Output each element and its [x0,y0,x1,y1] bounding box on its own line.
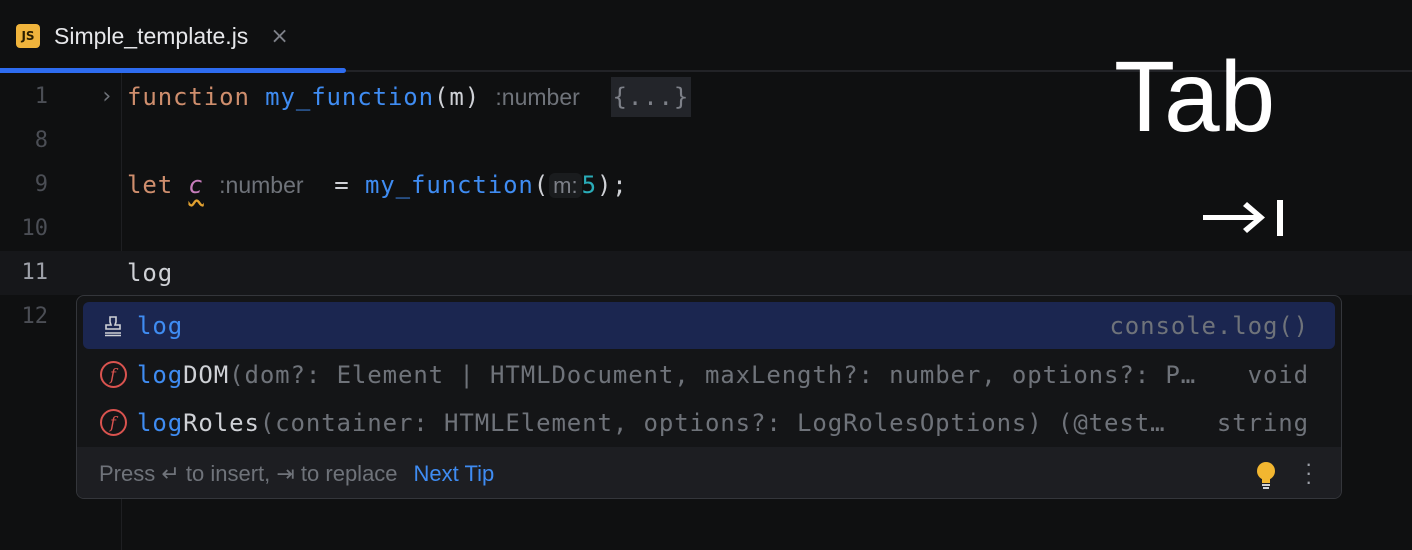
lightbulb-icon[interactable] [1255,461,1277,495]
fold-chevron-icon[interactable]: › [100,75,113,119]
type-hint: :number [219,172,304,198]
completion-match: log [137,311,184,340]
line-number: 11 [21,260,49,285]
line-number: 8 [34,128,48,153]
params: (m) [434,83,481,111]
completion-item[interactable]: f log DOM (dom?: Element | HTMLDocument, … [83,351,1335,398]
number-literal: 5 [581,171,597,199]
function-icon: f [99,409,127,436]
completion-type: console.log() [1109,311,1309,340]
typed-text: log [127,259,174,287]
js-file-icon: JS [16,24,40,48]
next-tip-link[interactable]: Next Tip [414,461,495,487]
tab-key-arrow-icon [1203,198,1287,242]
parameter-hint: m: [549,173,582,198]
completion-footer: Press ↵ to insert, ⇥ to replace Next Tip… [77,447,1341,498]
tab-title: Simple_template.js [54,22,249,49]
completion-signature: (container: HTMLElement, options?: LogRo… [259,408,1166,437]
completion-item[interactable]: f log Roles (container: HTMLElement, opti… [83,399,1335,446]
footer-tip: Press ↵ to insert, ⇥ to replace [99,460,398,486]
completion-item[interactable]: log console.log() [83,302,1335,349]
completion-type: void [1247,360,1309,389]
current-code-line[interactable]: 11 log [0,251,1412,295]
completion-signature: (dom?: Element | HTMLDocument, maxLength… [229,360,1197,389]
function-icon: f [99,361,127,388]
line-number: 9 [34,172,48,197]
paren: ( [533,171,550,199]
function-icon-wrap: f [99,361,127,389]
completion-popup: log console.log() f log DOM (dom?: Elemen… [76,295,1342,499]
completion-match: log [137,360,184,389]
code-line[interactable]: 10 [0,207,1412,251]
more-options-icon[interactable]: · · · [1305,453,1312,493]
line-number: 1 [34,84,48,109]
paren: ); [596,171,628,199]
variable: c [188,171,204,199]
code-line[interactable]: 9 let c :number = my_function(m: 5); [0,163,1412,207]
function-icon-wrap: f [99,409,127,437]
line-number: 12 [21,304,49,329]
keyword: let [127,171,174,199]
operator: = [318,171,365,199]
return-type-hint: :number [495,84,580,110]
live-template-stamp-icon [99,312,127,340]
completion-rest: Roles [183,408,260,437]
completion-type: string [1216,408,1309,437]
close-icon[interactable]: × [270,24,288,49]
folded-region[interactable]: {...} [610,77,692,117]
completion-rest: DOM [183,360,230,389]
tab-simple-template[interactable]: JS Simple_template.js × [0,0,346,72]
active-tab-indicator [0,68,346,73]
function-call: my_function [364,171,534,199]
key-overlay-label: Tab [1114,41,1276,153]
completion-match: log [137,408,184,437]
line-number: 10 [21,216,49,241]
function-name: my_function [265,83,434,111]
keyword: function [127,83,250,111]
